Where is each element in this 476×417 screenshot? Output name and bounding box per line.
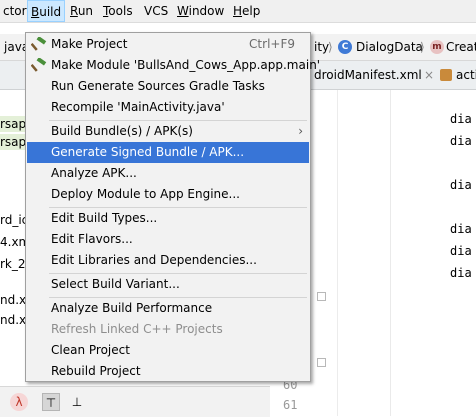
class-icon: C	[338, 40, 352, 54]
menu-item-analyze-apk[interactable]: Analyze APK...	[27, 163, 309, 184]
code-line[interactable]: dia	[450, 178, 472, 192]
tab-android-manifest[interactable]: droidManifest.xml	[314, 61, 422, 89]
bottom-toolbar: λ ⊤ ⊥	[0, 386, 270, 417]
menu-item-refresh-cpp: Refresh Linked C++ Projects	[51, 322, 223, 336]
pin-icon[interactable]: ⊤	[42, 393, 60, 411]
tab-activity[interactable]: acti	[456, 61, 476, 89]
lambda-icon[interactable]: λ	[10, 393, 28, 411]
menu-tools[interactable]: Tools	[100, 0, 136, 22]
code-line[interactable]: dia	[450, 112, 472, 126]
menu-item-make-module[interactable]: Make Module 'BullsAnd_Cows_App.app.main'	[27, 55, 320, 76]
menu-item-generate-signed-bundle[interactable]: Generate Signed Bundle / APK...	[27, 142, 309, 163]
menu-bar: ctor Build Run Tools VCS Window Help	[0, 0, 476, 23]
menu-item-select-build-variant[interactable]: Select Build Variant...	[27, 274, 309, 295]
gutter-divider	[337, 90, 338, 416]
nav-breadcrumb-class[interactable]: DialogData	[356, 34, 423, 60]
file-icon	[440, 69, 452, 81]
menu-item-rebuild-project[interactable]: Rebuild Project	[27, 361, 309, 382]
menu-item-run-generate-sources[interactable]: Run Generate Sources Gradle Tasks	[27, 76, 309, 97]
project-tree: rsapp rsapp rd_ic 4.xm rk_24 nd.x nd.x	[0, 90, 34, 390]
line-number: 61	[283, 398, 298, 412]
fold-marker-icon[interactable]	[317, 292, 326, 301]
method-icon: m	[430, 40, 444, 54]
menu-build[interactable]: Build	[27, 0, 65, 22]
submenu-arrow-icon: ›	[298, 124, 303, 138]
code-line[interactable]: dia	[450, 222, 472, 236]
code-line[interactable]: dia	[450, 266, 472, 280]
menu-item-build-bundle-apk[interactable]: Build Bundle(s) / APK(s) ›	[27, 121, 309, 142]
tree-item[interactable]: nd.x	[0, 312, 26, 328]
breadcrumb-separator-icon: ⟩	[420, 40, 425, 54]
tree-item[interactable]: nd.x	[0, 292, 26, 308]
breadcrumb-separator-icon: ⟩	[328, 40, 333, 54]
hammer-icon	[30, 57, 47, 72]
menu-item-deploy-module[interactable]: Deploy Module to App Engine...	[27, 184, 309, 205]
menu-item-recompile[interactable]: Recompile 'MainActivity.java'	[27, 97, 309, 118]
right-margin-guide	[390, 90, 391, 416]
menu-run[interactable]: Run	[67, 0, 96, 22]
build-menu: Make Project Ctrl+F9 Make Module 'BullsA…	[25, 32, 320, 382]
menu-item-make-project[interactable]: Make Project Ctrl+F9	[27, 34, 309, 55]
code-line[interactable]: dia	[450, 134, 472, 148]
menu-item-analyze-build-performance[interactable]: Analyze Build Performance	[27, 298, 309, 319]
menu-item-edit-build-types[interactable]: Edit Build Types...	[27, 208, 309, 229]
menu-window[interactable]: Window	[174, 0, 227, 22]
fold-marker-icon[interactable]	[317, 358, 326, 367]
menu-refactor[interactable]: ctor	[0, 0, 30, 22]
pin-down-icon[interactable]: ⊥	[68, 393, 86, 411]
menu-item-edit-libraries[interactable]: Edit Libraries and Dependencies...	[27, 250, 309, 271]
menu-item-clean-project[interactable]: Clean Project	[27, 340, 309, 361]
nav-breadcrumb-method[interactable]: Create	[446, 34, 476, 60]
menu-help[interactable]: Help	[230, 0, 263, 22]
tab-close-icon[interactable]: ×	[424, 61, 434, 89]
menu-item-edit-flavors[interactable]: Edit Flavors...	[27, 229, 309, 250]
code-line[interactable]: dia	[450, 244, 472, 258]
hammer-icon	[30, 36, 47, 51]
menu-vcs[interactable]: VCS	[141, 0, 171, 22]
